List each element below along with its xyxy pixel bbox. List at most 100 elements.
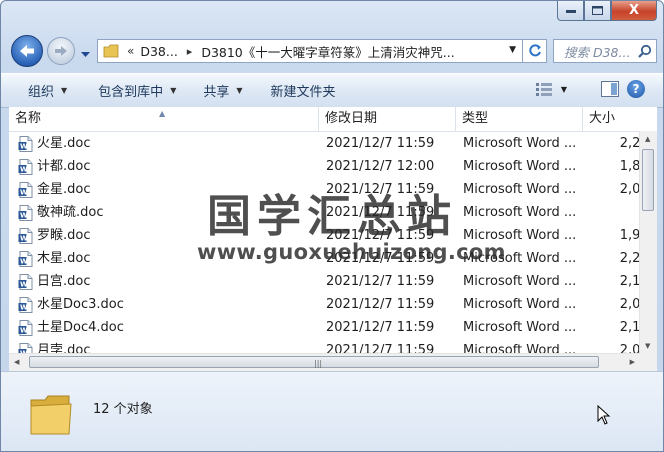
table-row[interactable]: W 计都.doc 2021/12/7 12:00 Microsoft Word ...…	[9, 155, 657, 178]
column-header-row: 名称 ▲ 修改日期 类型 大小	[9, 107, 657, 132]
file-modified: 2021/12/7 11:59	[326, 228, 435, 243]
file-list: 名称 ▲ 修改日期 类型 大小 W 火星.doc 2021/12/7 11:59 Mi…	[9, 107, 657, 371]
file-name-cell[interactable]: W 金星.doc	[18, 178, 91, 201]
chevron-down-icon: ▼	[61, 86, 68, 95]
explorer-window: X « D38... ▸ D3810《十一大曜字章符篆》上清消灾神咒... ▼ …	[0, 0, 664, 452]
table-row[interactable]: W 木星.doc 2021/12/7 11:59 Microsoft Word ...…	[9, 247, 657, 270]
new-folder-button[interactable]: 新建文件夹	[271, 81, 336, 100]
share-button[interactable]: 共享 ▼	[203, 81, 242, 100]
preview-pane-button[interactable]	[601, 81, 619, 101]
close-button[interactable]: X	[611, 1, 657, 21]
navigation-bar: « D38... ▸ D3810《十一大曜字章符篆》上清消灾神咒... ▼ 搜索…	[1, 31, 663, 71]
file-type: Microsoft Word ...	[463, 274, 575, 289]
breadcrumb-item-current[interactable]: D3810《十一大曜字章符篆》上清消灾神咒...	[201, 42, 454, 61]
file-modified: 2021/12/7 11:59	[326, 320, 435, 335]
include-in-library-button[interactable]: 包含到库中 ▼	[98, 81, 176, 100]
column-header-type[interactable]: 类型	[456, 107, 583, 131]
chevron-down-icon: ▼	[236, 86, 243, 95]
file-name-cell[interactable]: W 水星Doc3.doc	[18, 293, 124, 316]
word-document-icon: W	[18, 273, 33, 290]
table-row[interactable]: W 日宫.doc 2021/12/7 11:59 Microsoft Word ...…	[9, 270, 657, 293]
file-name-cell[interactable]: W 火星.doc	[18, 132, 91, 155]
scroll-left-icon[interactable]: ◀	[14, 358, 19, 366]
word-document-icon: W	[18, 181, 33, 198]
file-name: 金星.doc	[37, 182, 91, 197]
table-row[interactable]: W 罗睺.doc 2021/12/7 11:59 Microsoft Word ...…	[9, 224, 657, 247]
file-name: 罗睺.doc	[37, 228, 91, 243]
word-document-icon: W	[18, 135, 33, 152]
svg-text:W: W	[20, 142, 28, 150]
new-folder-label: 新建文件夹	[270, 85, 336, 100]
file-name-cell[interactable]: W 罗睺.doc	[18, 224, 91, 247]
word-document-icon: W	[18, 250, 33, 267]
svg-text:W: W	[20, 257, 28, 265]
chevron-down-icon: ▼	[560, 84, 567, 94]
table-row[interactable]: W 金星.doc 2021/12/7 11:59 Microsoft Word ...…	[9, 178, 657, 201]
back-button[interactable]	[11, 35, 43, 67]
column-header-name[interactable]: 名称 ▲	[9, 107, 319, 131]
vertical-scrollbar[interactable]: ▲ ▼	[639, 131, 657, 354]
file-type: Microsoft Word ...	[463, 228, 575, 243]
help-button[interactable]: ?	[627, 80, 645, 98]
word-document-icon: W	[18, 158, 33, 175]
breadcrumb-item[interactable]: D38...	[140, 44, 177, 59]
file-modified: 2021/12/7 11:59	[326, 182, 435, 197]
file-name-cell[interactable]: W 日宫.doc	[18, 270, 91, 293]
organize-button[interactable]: 组织 ▼	[28, 81, 67, 100]
file-name-cell[interactable]: W 木星.doc	[18, 247, 91, 270]
search-input[interactable]: 搜索 D38...	[564, 42, 636, 61]
file-type: Microsoft Word ...	[463, 320, 575, 335]
column-header-size[interactable]: 大小	[583, 107, 657, 131]
scroll-up-icon[interactable]: ▲	[645, 135, 650, 143]
file-name: 水星Doc3.doc	[37, 297, 124, 312]
scroll-down-icon[interactable]: ▼	[645, 342, 650, 350]
folder-icon	[30, 395, 72, 435]
maximize-button[interactable]	[584, 1, 611, 21]
table-row[interactable]: W 水星Doc3.doc 2021/12/7 11:59 Microsoft Word…	[9, 293, 657, 316]
file-name-cell[interactable]: W 计都.doc	[18, 155, 91, 178]
include-in-library-label: 包含到库中	[98, 85, 164, 100]
search-icon[interactable]	[638, 44, 652, 58]
caption-buttons: X	[557, 1, 657, 21]
view-details-icon	[535, 83, 552, 96]
horizontal-scroll-thumb[interactable]: |||	[29, 356, 599, 368]
column-header-name-label: 名称	[15, 111, 42, 126]
table-row[interactable]: W 火星.doc 2021/12/7 11:59 Microsoft Word ...…	[9, 132, 657, 155]
table-row[interactable]: W 敬神疏.doc 2021/12/7 11:59 Microsoft Word ..…	[9, 201, 657, 224]
file-name: 火星.doc	[37, 136, 91, 151]
scroll-right-icon[interactable]: ▶	[630, 358, 635, 366]
svg-text:W: W	[20, 188, 28, 196]
address-bar[interactable]: « D38... ▸ D3810《十一大曜字章符篆》上清消灾神咒... ▼	[97, 39, 523, 63]
file-rows: W 火星.doc 2021/12/7 11:59 Microsoft Word ...…	[9, 132, 657, 371]
file-modified: 2021/12/7 11:59	[326, 136, 435, 151]
column-header-modified-label: 修改日期	[325, 111, 378, 126]
file-name-cell[interactable]: W 土星Doc4.doc	[18, 316, 124, 339]
breadcrumb-separator-icon[interactable]: ▸	[187, 45, 193, 58]
svg-text:W: W	[20, 280, 28, 288]
forward-button[interactable]	[47, 37, 75, 65]
file-modified: 2021/12/7 11:59	[326, 274, 435, 289]
file-type: Microsoft Word ...	[463, 251, 575, 266]
minimize-button[interactable]	[557, 1, 584, 21]
maximize-icon	[592, 6, 603, 15]
file-name: 日宫.doc	[37, 274, 91, 289]
svg-text:W: W	[20, 211, 28, 219]
table-row[interactable]: W 土星Doc4.doc 2021/12/7 11:59 Microsoft Word…	[9, 316, 657, 339]
recent-pages-dropdown[interactable]	[81, 47, 90, 62]
file-type: Microsoft Word ...	[463, 159, 575, 174]
refresh-button[interactable]	[523, 39, 547, 63]
svg-text:W: W	[20, 234, 28, 242]
file-type: Microsoft Word ...	[463, 182, 575, 197]
address-dropdown-icon[interactable]: ▼	[509, 45, 516, 55]
horizontal-scrollbar[interactable]: ◀ ||| ▶	[9, 353, 640, 371]
search-box[interactable]: 搜索 D38...	[553, 39, 657, 63]
file-name: 土星Doc4.doc	[37, 320, 124, 335]
svg-text:W: W	[20, 303, 28, 311]
command-bar: 组织 ▼ 包含到库中 ▼ 共享 ▼ 新建文件夹 ▼ ?	[1, 73, 663, 108]
file-name-cell[interactable]: W 敬神疏.doc	[18, 201, 104, 224]
vertical-scroll-thumb[interactable]	[642, 149, 654, 211]
change-view-button[interactable]: ▼	[535, 82, 567, 96]
column-header-modified[interactable]: 修改日期	[319, 107, 456, 131]
breadcrumb-overflow[interactable]: «	[127, 44, 134, 58]
chevron-down-icon: ▼	[170, 86, 177, 95]
